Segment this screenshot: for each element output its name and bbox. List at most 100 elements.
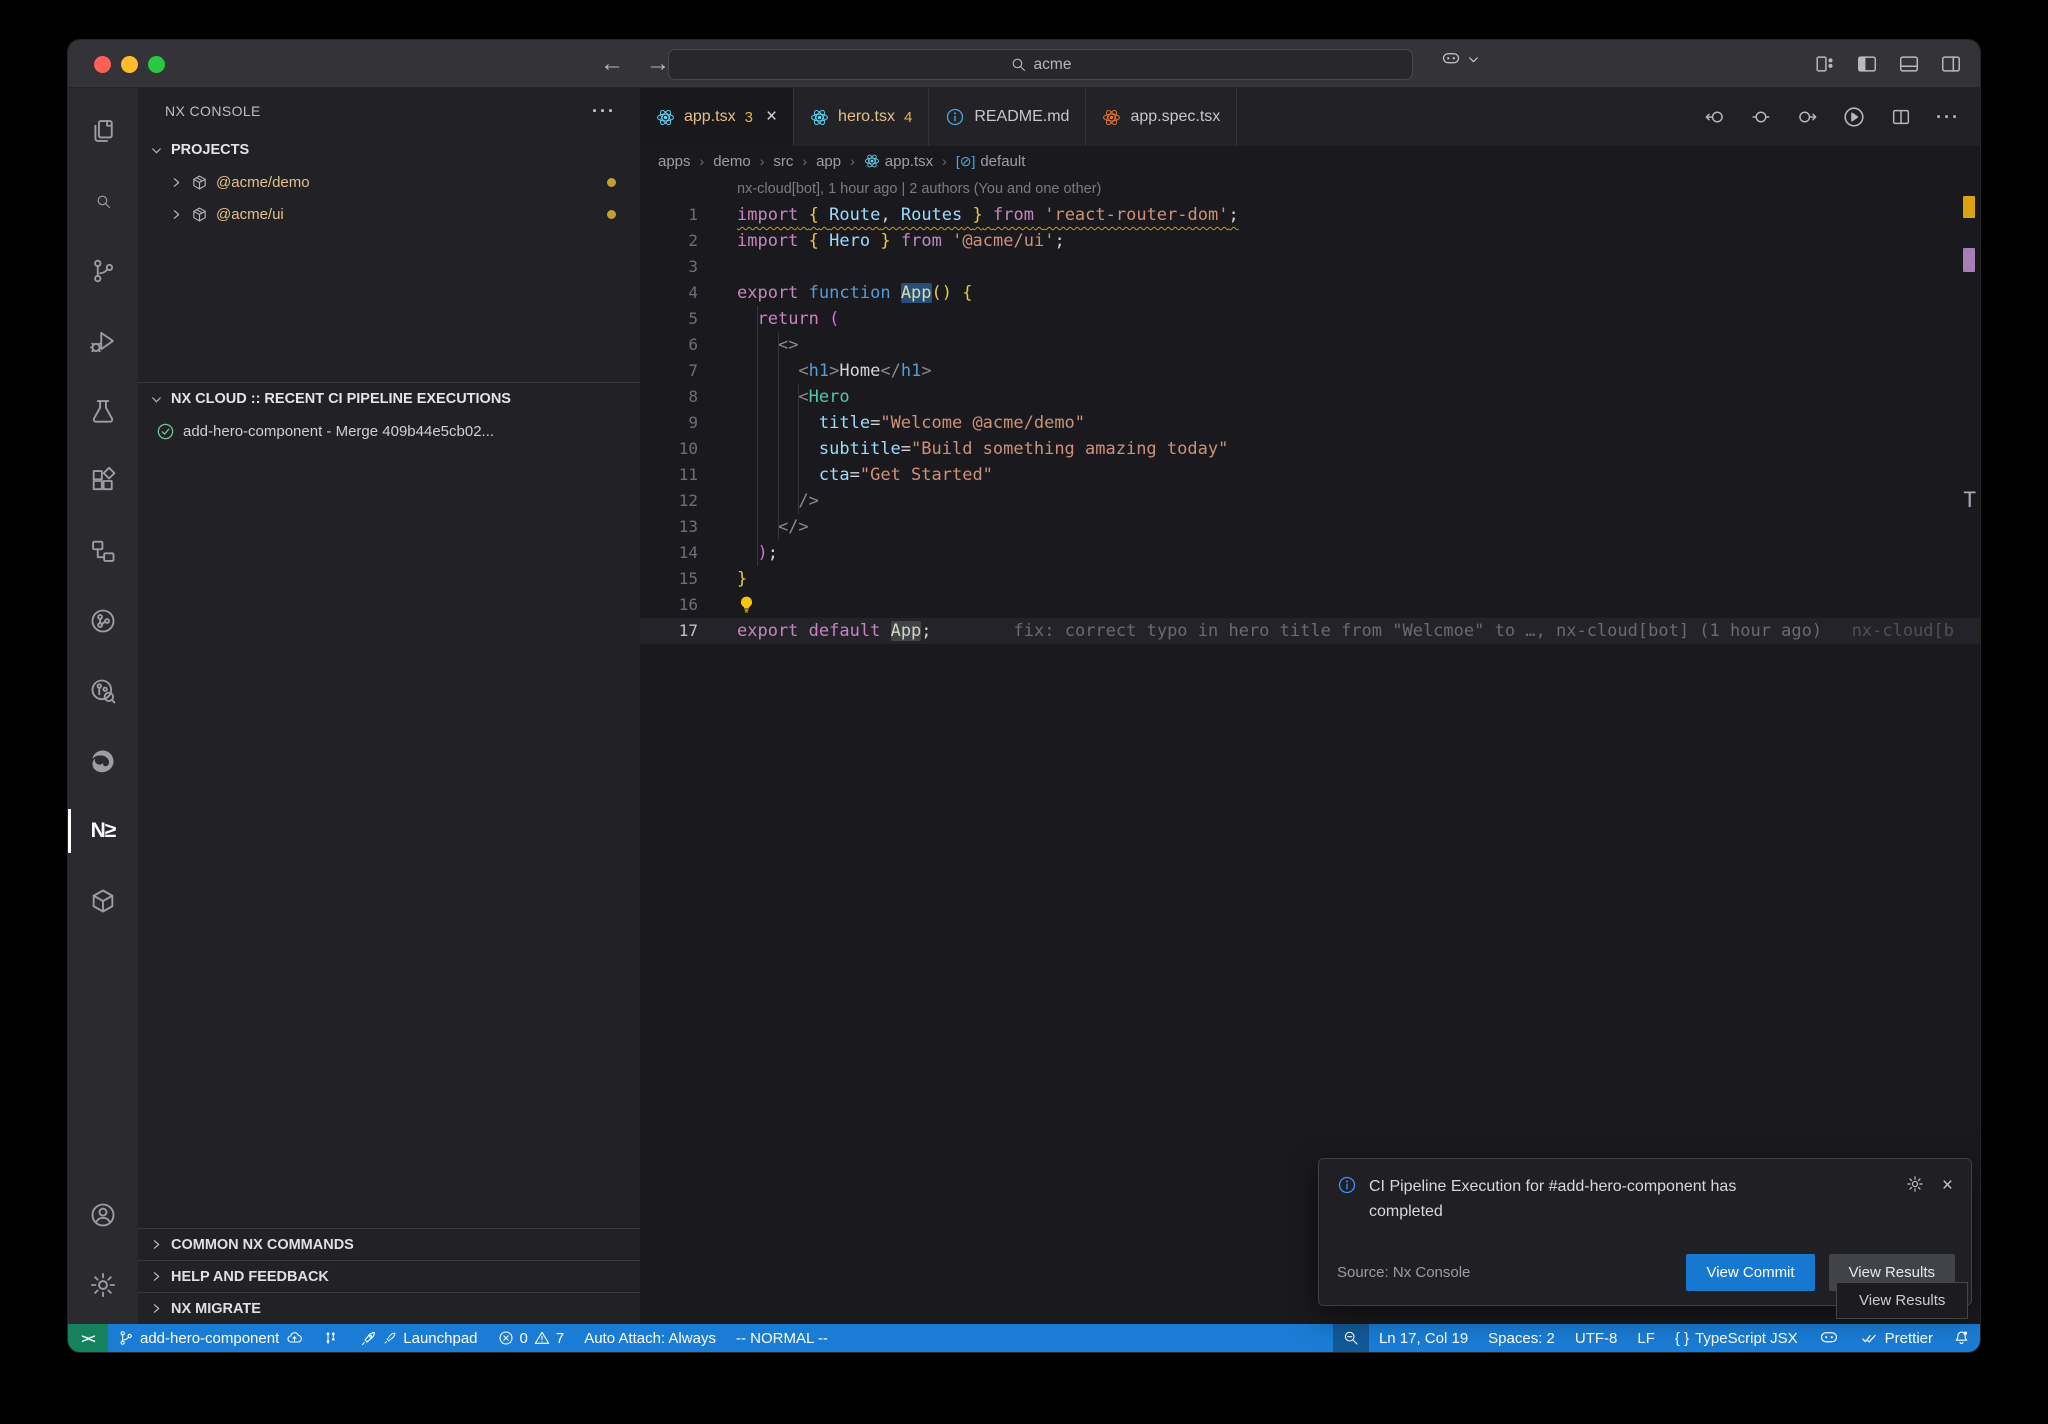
statusbar-label: UTF-8 xyxy=(1575,1330,1618,1347)
toggle-panel-icon[interactable] xyxy=(1898,53,1920,75)
toggle-secondary-sidebar-icon[interactable] xyxy=(1940,53,1962,75)
activity-gitlens-inspect[interactable] xyxy=(68,656,138,726)
hierarchy-icon xyxy=(89,537,117,565)
code-line-13[interactable]: 13 </> xyxy=(640,514,1980,540)
section-help-and-feedback[interactable]: HELP AND FEEDBACK xyxy=(138,1260,640,1292)
statusbar-encoding[interactable]: UTF-8 xyxy=(1565,1324,1628,1352)
customize-layout-icon[interactable] xyxy=(1814,53,1836,75)
history-forward-button[interactable]: → xyxy=(646,50,670,78)
tab-hero.tsx[interactable]: hero.tsx4 xyxy=(794,88,929,146)
nav-dot-icon[interactable] xyxy=(1750,106,1772,128)
statusbar-language-mode[interactable]: { }TypeScript JSX xyxy=(1665,1324,1808,1352)
indent-guide xyxy=(757,306,758,566)
lightbulb-icon[interactable] xyxy=(737,595,756,614)
code-editor[interactable]: nx-cloud[bot], 1 hour ago | 2 authors (Y… xyxy=(640,176,1980,644)
close-icon[interactable]: × xyxy=(766,106,777,128)
activity-testing[interactable] xyxy=(68,376,138,446)
tab-README.md[interactable]: README.md xyxy=(929,88,1086,146)
code-line-6[interactable]: 6 <> xyxy=(640,332,1980,358)
tab-bar: app.tsx3×hero.tsx4README.mdapp.spec.tsx … xyxy=(640,88,1980,146)
code-line-9[interactable]: 9 title="Welcome @acme/demo" xyxy=(640,410,1980,436)
close-icon[interactable]: × xyxy=(1942,1175,1953,1197)
statusbar-zoom-out[interactable] xyxy=(1333,1324,1369,1352)
statusbar-copilot-status[interactable] xyxy=(1808,1324,1850,1352)
toggle-sidebar-icon[interactable] xyxy=(1856,53,1878,75)
activity-nx-console[interactable]: N≥ xyxy=(68,796,138,866)
activity-explorer[interactable] xyxy=(68,96,138,166)
statusbar-indentation[interactable]: Spaces: 2 xyxy=(1478,1324,1565,1352)
statusbar-remote-indicator[interactable]: >< xyxy=(68,1324,108,1352)
section-nx-migrate[interactable]: NX MIGRATE xyxy=(138,1292,640,1324)
code-line-4[interactable]: 4export function App() { xyxy=(640,280,1980,306)
tab-app.tsx[interactable]: app.tsx3× xyxy=(640,88,794,146)
statusbar-auto-attach[interactable]: Auto Attach: Always xyxy=(574,1324,726,1352)
zoom-window-button[interactable] xyxy=(148,56,165,73)
activity-edge-browser[interactable] xyxy=(68,726,138,796)
more-actions-icon[interactable]: ··· xyxy=(1936,107,1960,128)
warning-icon xyxy=(534,1330,550,1346)
line-number: 15 xyxy=(640,566,698,592)
gear-icon[interactable] xyxy=(1906,1175,1924,1193)
code-line-11[interactable]: 11 cta="Get Started" xyxy=(640,462,1980,488)
code-line-5[interactable]: 5 return ( xyxy=(640,306,1980,332)
split-editor-icon[interactable] xyxy=(1890,106,1912,128)
git-blame-header: nx-cloud[bot], 1 hour ago | 2 authors (Y… xyxy=(640,176,1980,202)
code-line-14[interactable]: 14 ); xyxy=(640,540,1980,566)
statusbar-git-branch[interactable]: add-hero-component xyxy=(108,1324,314,1352)
statusbar-launchpad[interactable]: Launchpad xyxy=(350,1324,487,1352)
project-@acme/ui[interactable]: @acme/ui xyxy=(138,198,640,230)
account-icon xyxy=(89,1201,117,1229)
activity-search[interactable] xyxy=(68,166,138,236)
code-line-10[interactable]: 10 subtitle="Build something amazing tod… xyxy=(640,436,1980,462)
search-icon xyxy=(1010,56,1027,73)
activity-run-and-debug[interactable] xyxy=(68,306,138,376)
statusbar-eol[interactable]: LF xyxy=(1627,1324,1665,1352)
line-number: 7 xyxy=(640,358,698,384)
breadcrumb-item-apps[interactable]: apps xyxy=(658,153,691,170)
nav-forward-icon[interactable] xyxy=(1796,106,1818,128)
code-line-3[interactable]: 3 xyxy=(640,254,1980,280)
breadcrumb-item-src[interactable]: src xyxy=(773,153,793,170)
breadcrumb-item-default[interactable]: [⊘]default xyxy=(956,153,1026,170)
statusbar-problems[interactable]: 07 xyxy=(488,1324,575,1352)
code-line-7[interactable]: 7 <h1>Home</h1> xyxy=(640,358,1980,384)
section-common-nx-commands[interactable]: COMMON NX COMMANDS xyxy=(138,1228,640,1260)
code-line-2[interactable]: 2import { Hero } from '@acme/ui'; xyxy=(640,228,1980,254)
activity-settings[interactable] xyxy=(68,1250,138,1320)
breadcrumb-item-app[interactable]: app xyxy=(816,153,841,170)
breadcrumb-item-app.tsx[interactable]: app.tsx xyxy=(864,153,933,170)
statusbar-cursor-position[interactable]: Ln 17, Col 19 xyxy=(1369,1324,1478,1352)
code-line-16[interactable]: 16 xyxy=(640,592,1980,618)
activity-type-hierarchy[interactable] xyxy=(68,516,138,586)
section-projects[interactable]: PROJECTS xyxy=(138,134,640,166)
statusbar-formatter[interactable]: Prettier xyxy=(1850,1324,1943,1352)
statusbar-commit-graph[interactable] xyxy=(314,1324,350,1352)
code-line-17[interactable]: 17export default App;fix: correct typo i… xyxy=(640,618,1980,644)
activity-extensions[interactable] xyxy=(68,446,138,516)
history-back-button[interactable]: ← xyxy=(600,50,624,78)
project-@acme/demo[interactable]: @acme/demo xyxy=(138,166,640,198)
command-center-search[interactable]: acme xyxy=(668,49,1413,80)
breadcrumb-item-demo[interactable]: demo xyxy=(713,153,751,170)
nav-back-icon[interactable] xyxy=(1704,106,1726,128)
code-line-8[interactable]: 8 <Hero xyxy=(640,384,1980,410)
run-icon[interactable] xyxy=(1842,105,1866,129)
statusbar-notifications[interactable] xyxy=(1943,1324,1980,1352)
breadcrumb-separator: › xyxy=(850,153,855,169)
code-line-15[interactable]: 15} xyxy=(640,566,1980,592)
activity-containers[interactable] xyxy=(68,866,138,936)
more-actions-icon[interactable]: ··· xyxy=(592,101,616,122)
view-commit-button[interactable]: View Commit xyxy=(1686,1254,1814,1291)
section-nx-cloud[interactable]: NX CLOUD :: RECENT CI PIPELINE EXECUTION… xyxy=(138,383,640,415)
pipeline-execution[interactable]: add-hero-component - Merge 409b44e5cb02.… xyxy=(138,415,640,447)
copilot-menu[interactable] xyxy=(1440,50,1480,68)
activity-source-control[interactable] xyxy=(68,236,138,306)
activity-gitlens[interactable] xyxy=(68,586,138,656)
tab-app.spec.tsx[interactable]: app.spec.tsx xyxy=(1086,88,1237,146)
statusbar-vim-mode[interactable]: -- NORMAL -- xyxy=(726,1324,838,1352)
code-line-1[interactable]: 1import { Route, Routes } from 'react-ro… xyxy=(640,202,1980,228)
activity-account[interactable] xyxy=(68,1180,138,1250)
code-line-12[interactable]: 12 /> xyxy=(640,488,1980,514)
close-window-button[interactable] xyxy=(94,56,111,73)
minimize-window-button[interactable] xyxy=(121,56,138,73)
